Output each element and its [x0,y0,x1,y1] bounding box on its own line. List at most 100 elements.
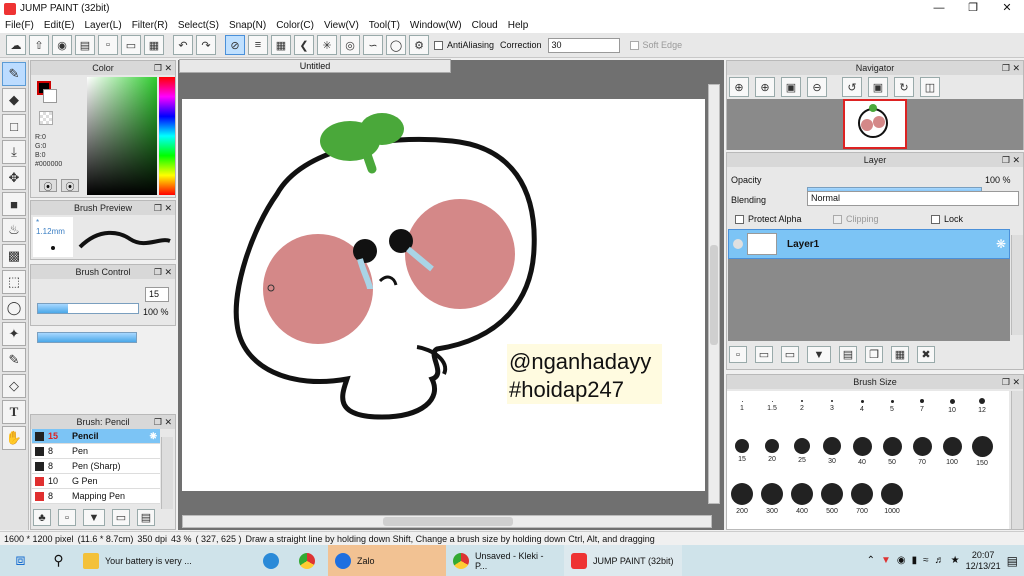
blending-select[interactable]: Normal [807,191,1019,206]
rect-select-tool-icon[interactable]: □ [2,114,26,138]
move-tool-icon[interactable]: ✥ [2,166,26,190]
taskbar-item-battery[interactable]: Your battery is very ... [76,545,256,576]
close-button[interactable]: ✕ [990,0,1024,17]
brush-size-option[interactable]: 5 [877,391,907,421]
brush-opacity-slider[interactable] [37,332,137,343]
rotate-right-icon[interactable]: ↻ [894,77,914,97]
soft-edge-checkbox[interactable] [629,40,639,50]
brush-size-option[interactable]: 7 [907,391,937,421]
transparent-color-swatch[interactable] [39,111,53,125]
brush-size-option[interactable]: 25 [787,434,817,468]
brush-folder-icon[interactable]: ▤ [137,509,155,526]
windows-start-icon[interactable]: ⧈ [0,545,40,576]
correction-select[interactable]: 30 [547,37,620,53]
layer-list-scrollbar[interactable] [1011,235,1023,335]
taskbar-item-kleki[interactable]: Unsaved - Kleki - P... [446,545,564,576]
volume-icon[interactable]: ♬ [935,555,945,566]
bucket-tool-icon[interactable]: ♨ [2,218,26,242]
brush-size-scrollbar[interactable] [1011,391,1023,529]
add-layer-menu-icon[interactable]: ▼ [807,346,831,363]
rotate-left-icon[interactable]: ↺ [842,77,862,97]
notification-icon[interactable]: ▤ [1007,554,1018,568]
curve-icon[interactable]: ∽ [363,35,383,55]
brush-size-option[interactable]: 500 [817,482,847,516]
grid-snap-icon[interactable]: ▦ [271,35,291,55]
select-eraser-tool-icon[interactable]: ◇ [2,374,26,398]
select-tool-icon[interactable]: ⬚ [2,270,26,294]
brush-settings-icon[interactable]: ❋ [149,431,157,442]
navigator-view[interactable] [727,99,1023,150]
brush-item-pen-sharp[interactable]: 8 Pen (Sharp) [32,459,160,474]
brush-size-option[interactable]: 12 [967,391,997,421]
menu-select[interactable]: Select(S) [173,20,224,31]
brush-size-option[interactable]: 2 [787,391,817,421]
language-icon[interactable]: ★ [951,555,960,566]
document-icon[interactable]: ▭ [121,35,141,55]
clipping-checkbox[interactable] [833,214,842,224]
brush-size-option[interactable]: 4 [847,391,877,421]
antialiasing-checkbox[interactable] [434,40,443,50]
duplicate-layer-icon[interactable]: ❐ [865,346,883,363]
clock[interactable]: 20:07 12/13/21 [966,550,1001,572]
redo-icon[interactable]: ↷ [196,35,216,55]
brush-tool-icon[interactable]: ✎ [2,62,26,86]
new-layer-set-icon[interactable]: ▭ [755,346,773,363]
perspective-icon[interactable]: ❮ [294,35,314,55]
menu-window[interactable]: Window(W) [405,20,467,31]
gradient-tool-icon[interactable]: ▩ [2,244,26,268]
menu-tool[interactable]: Tool(T) [364,20,405,31]
taskbar-item-jump-paint[interactable]: JUMP PAINT (32bit) [564,545,682,576]
visibility-eye-icon[interactable] [733,239,743,249]
brush-size-option[interactable]: 100 [937,434,967,468]
panel-close-icon[interactable]: ❐ ✕ [1002,61,1020,75]
brush-size-option[interactable]: 10 [937,391,967,421]
comment-icon[interactable]: ◉ [52,35,72,55]
battery-icon[interactable]: ▮ [912,555,918,566]
menu-filter[interactable]: Filter(R) [127,20,173,31]
radial-lines-icon[interactable]: ✳ [317,35,337,55]
brush-item-pen[interactable]: 8 Pen [32,444,160,459]
menu-layer[interactable]: Layer(L) [79,20,126,31]
security-tray-icon[interactable]: ◉ [897,555,906,566]
chrome-icon[interactable] [292,545,328,576]
hue-slider[interactable] [159,77,175,195]
eyedropper-icon[interactable]: ⦿ [39,179,57,192]
menu-snap[interactable]: Snap(N) [224,20,271,31]
brush-item-pencil[interactable]: 15 Pencil ❋ [32,429,160,444]
text-tool-icon[interactable]: T [2,400,26,424]
cloud-icon[interactable]: ☁ [6,35,26,55]
layer-folder-icon[interactable]: ▤ [839,346,857,363]
brush-size-option[interactable]: 40 [847,434,877,468]
brush-size-input[interactable]: 15 [145,287,169,302]
brush-list-scrollbar[interactable] [161,437,173,509]
parallel-lines-icon[interactable]: ≡ [248,35,268,55]
canvas-paper[interactable]: @nganhadayy #hoidap247 [182,99,705,491]
maximize-button[interactable]: ❐ [956,0,990,17]
brush-size-option[interactable]: 1.5 [757,391,787,421]
merge-layer-icon[interactable]: ▦ [891,346,909,363]
zoom-fit-icon[interactable]: ⊕ [729,77,749,97]
brush-size-option[interactable]: 150 [967,434,997,468]
brush-size-option[interactable]: 700 [847,482,877,516]
brush-size-option[interactable]: 200 [727,482,757,516]
panel-close-icon[interactable]: ❐ ✕ [1002,153,1020,167]
eraser-tool-icon[interactable]: ◆ [2,88,26,112]
menu-file[interactable]: File(F) [0,20,39,31]
brush-size-option[interactable]: 70 [907,434,937,468]
zoom-out-icon[interactable]: ⊖ [807,77,827,97]
brush-size-option[interactable]: 3 [817,391,847,421]
saturation-value-picker[interactable] [87,77,157,195]
menu-cloud[interactable]: Cloud [467,20,503,31]
minimize-button[interactable]: — [922,0,956,17]
rotate-reset-icon[interactable]: ▣ [868,77,888,97]
brush-size-option[interactable]: 400 [787,482,817,516]
layer-settings-icon[interactable]: ❋ [996,237,1006,251]
delete-layer-icon[interactable]: ✖ [917,346,935,363]
search-icon[interactable]: ⚲ [40,545,76,576]
new-raster-layer-icon[interactable]: ▭ [781,346,799,363]
brush-menu-icon[interactable]: ▼ [83,509,105,526]
vivaldi-tray-icon[interactable]: ▼ [881,555,891,566]
chevron-up-icon[interactable]: ⌃ [867,555,875,566]
protect-alpha-checkbox[interactable] [735,214,744,224]
lock-checkbox[interactable] [931,214,940,224]
